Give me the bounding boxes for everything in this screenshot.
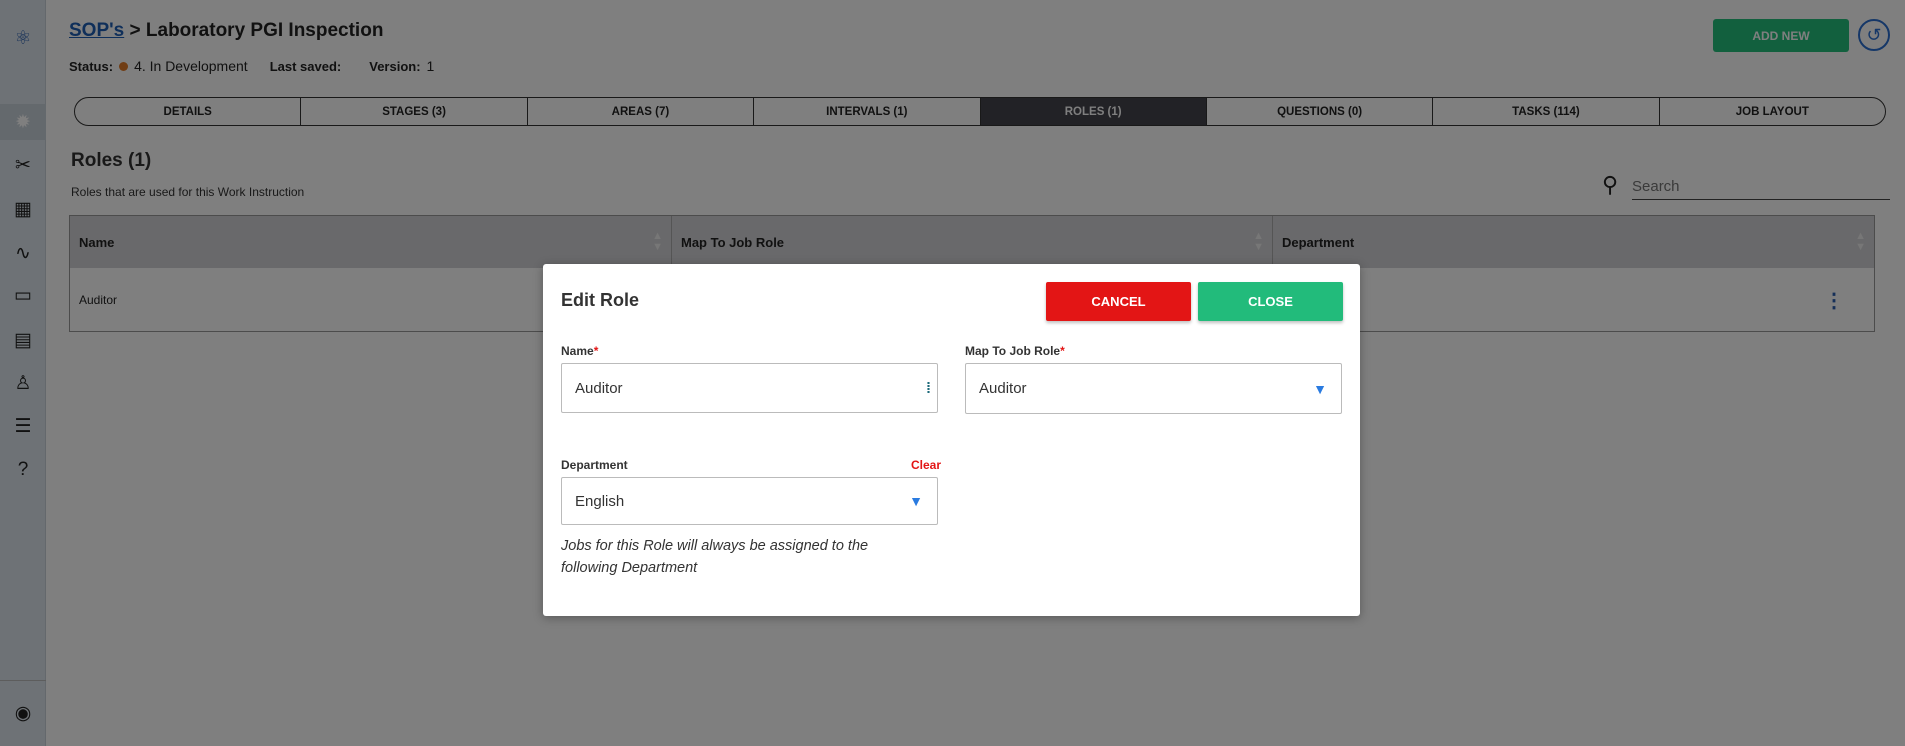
edit-role-dialog: Edit Role CANCEL CLOSE Name* Auditor ⁞ M… — [543, 264, 1360, 616]
department-select[interactable]: English ▼ — [561, 477, 938, 525]
dropdown-arrow-icon: ▼ — [1313, 380, 1327, 397]
dropdown-arrow-icon: ▼ — [909, 493, 923, 509]
name-input[interactable]: Auditor ⁞ — [561, 363, 938, 413]
cancel-button[interactable]: CANCEL — [1046, 282, 1191, 321]
map-value: Auditor — [979, 380, 1027, 397]
map-to-job-role-select[interactable]: Auditor ▼ — [965, 363, 1342, 414]
close-button[interactable]: CLOSE — [1198, 282, 1343, 321]
map-label-text: Map To Job Role — [965, 344, 1061, 358]
name-value: Auditor — [575, 379, 623, 397]
department-help-text: Jobs for this Role will always be assign… — [561, 538, 869, 576]
department-clear-link[interactable]: Clear — [911, 458, 941, 472]
password-manager-icon[interactable]: ⁞ — [926, 380, 931, 397]
dialog-title: Edit Role — [561, 290, 640, 310]
required-mark: * — [1060, 344, 1065, 358]
name-label: Name* — [561, 344, 598, 358]
required-mark: * — [593, 344, 599, 358]
name-label-text: Name — [561, 344, 594, 358]
map-to-job-role-label: Map To Job Role* — [965, 344, 1065, 358]
department-value: English — [575, 492, 625, 510]
department-label: Department — [561, 458, 628, 472]
